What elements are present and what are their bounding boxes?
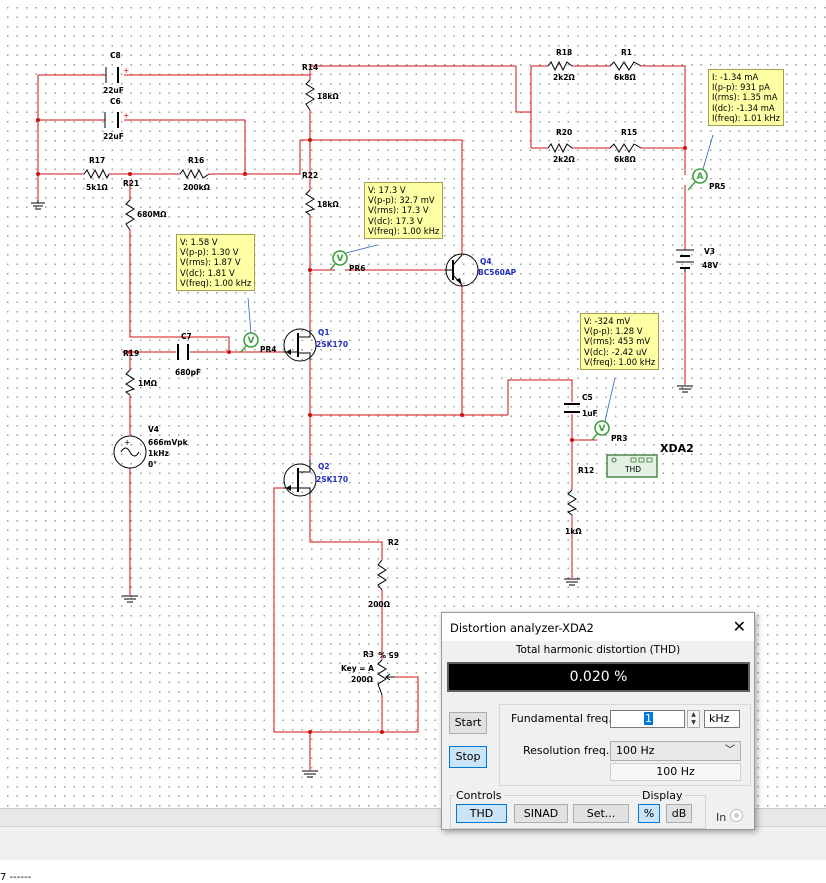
svg-text:R22: R22 (302, 171, 318, 180)
svg-text:Q1: Q1 (318, 328, 330, 337)
svg-text:5k1Ω: 5k1Ω (86, 183, 108, 192)
svg-text:2SK170: 2SK170 (316, 340, 348, 349)
dialog-titlebar[interactable]: Distortion analyzer-XDA2 ✕ (442, 613, 754, 641)
svg-text:BC560AP: BC560AP (478, 268, 517, 277)
svg-text:A: A (697, 172, 704, 182)
workspace-tabs-strip (0, 826, 826, 862)
start-button[interactable]: Start (449, 712, 487, 734)
db-button[interactable]: dB (666, 804, 692, 823)
distortion-analyzer-dialog: Distortion analyzer-XDA2 ✕ Total harmoni… (441, 612, 755, 830)
probe-pr5-readout: I: -1.34 mA I(p-p): 931 pA I(rms): 1.35 mA… (708, 69, 785, 127)
svg-text:C5: C5 (582, 393, 593, 402)
set-button[interactable]: Set... (573, 804, 629, 823)
status-text: 7 ------ (0, 872, 32, 883)
fundamental-freq-spinner[interactable]: ▲ ▼ (687, 710, 700, 728)
stop-button[interactable]: Stop (449, 746, 487, 768)
probe-name: PR5 (709, 182, 726, 191)
svg-text:0°: 0° (148, 460, 157, 469)
svg-text:R18: R18 (556, 48, 572, 57)
svg-text:65 %: 65 % (378, 650, 399, 659)
probe-pr4-readout: V: 1.58 V V(p-p): 1.30 V V(rms): 1.87 V V(d… (176, 234, 256, 292)
thd-label: Total harmonic distortion (THD) (515, 644, 681, 656)
status-bar (0, 860, 826, 883)
svg-text:R19: R19 (123, 349, 139, 358)
resolution-freq-select[interactable]: 100 Hz ﹀ (610, 741, 741, 761)
probe-name: PR4 (260, 345, 277, 354)
svg-text:C7: C7 (181, 332, 192, 341)
thd-button[interactable]: THD (456, 804, 507, 823)
ground-icon (677, 385, 693, 393)
svg-text:R15: R15 (621, 128, 637, 137)
svg-text:THD: THD (624, 465, 641, 474)
ground-icon (31, 200, 45, 210)
xda-ref-label: XDA2 (660, 442, 694, 455)
svg-text:6k8Ω: 6k8Ω (614, 73, 636, 82)
svg-text:1kΩ: 1kΩ (565, 527, 582, 536)
svg-text:+: + (123, 111, 129, 120)
svg-text:V: V (337, 254, 344, 264)
svg-text:R3: R3 (363, 650, 374, 659)
probe-pr3-readout: V: -324 mV V(p-p): 1.28 V V(rms): 453 mV V(… (580, 313, 660, 371)
svg-text:R12: R12 (578, 466, 594, 475)
probe-pr6-readout: V: 17.3 V V(p-p): 32.7 mV V(rms): 17.3 V V(… (364, 182, 444, 240)
svg-text:200kΩ: 200kΩ (183, 183, 211, 192)
ground-icon (302, 770, 318, 778)
svg-text:R1: R1 (621, 48, 632, 57)
close-icon[interactable]: ✕ (733, 617, 746, 636)
svg-text:R16: R16 (188, 156, 204, 165)
display-label: Display (640, 789, 685, 802)
svg-text:R20: R20 (556, 128, 572, 137)
svg-text:R14: R14 (302, 63, 318, 72)
probe-name: PR3 (611, 434, 628, 443)
svg-text:22uF: 22uF (103, 132, 124, 141)
svg-text:V: V (248, 336, 255, 346)
probe-name: PR6 (349, 264, 366, 273)
svg-text:22uF: 22uF (103, 86, 124, 95)
svg-text:Key = A: Key = A (341, 664, 374, 673)
svg-text:+: + (123, 66, 129, 75)
svg-text:V3: V3 (704, 247, 715, 256)
resolution-freq-label: Resolution freq. (523, 744, 610, 757)
percent-button[interactable]: % (638, 804, 660, 823)
svg-text:V: V (599, 424, 606, 434)
svg-text:2k2Ω: 2k2Ω (553, 73, 575, 82)
input-terminal-label: In (716, 811, 727, 824)
svg-text:2k2Ω: 2k2Ω (553, 155, 575, 164)
fundamental-freq-input[interactable]: 1 (610, 710, 685, 728)
svg-text:C6: C6 (110, 97, 121, 106)
svg-text:200Ω: 200Ω (368, 600, 391, 609)
svg-text:1kHz: 1kHz (148, 449, 169, 458)
svg-text:680MΩ: 680MΩ (137, 210, 167, 219)
thd-readout: 0.020 % (447, 662, 750, 692)
svg-text:R21: R21 (123, 179, 139, 188)
dialog-title: Distortion analyzer-XDA2 (450, 621, 594, 635)
svg-text:C8: C8 (110, 51, 121, 60)
svg-text:R17: R17 (89, 156, 105, 165)
ground-icon (564, 578, 580, 586)
svg-text:18kΩ: 18kΩ (317, 92, 339, 101)
svg-text:Q2: Q2 (318, 462, 330, 471)
svg-text:2SK170: 2SK170 (316, 475, 348, 484)
fundamental-freq-unit[interactable]: kHz (704, 710, 740, 728)
svg-text:666mVpk: 666mVpk (148, 438, 189, 447)
chevron-down-icon: ﹀ (725, 745, 735, 756)
svg-text:680pF: 680pF (175, 368, 201, 377)
svg-text:6k8Ω: 6k8Ω (614, 155, 636, 164)
svg-text:Q4: Q4 (480, 257, 492, 266)
svg-text:V4: V4 (148, 425, 159, 434)
ground-icon (122, 595, 138, 603)
input-terminal-icon[interactable] (730, 809, 743, 822)
controls-label: Controls (454, 789, 504, 802)
fundamental-freq-label: Fundamental freq. (511, 712, 612, 725)
svg-text:R2: R2 (388, 538, 399, 547)
svg-text:48V: 48V (702, 261, 718, 270)
sinad-button[interactable]: SINAD (514, 804, 568, 823)
svg-text:1MΩ: 1MΩ (138, 379, 158, 388)
svg-text:+: + (124, 438, 130, 447)
svg-text:200Ω: 200Ω (351, 675, 374, 684)
svg-text:1uF: 1uF (582, 409, 598, 418)
resolution-freq-display: 100 Hz (610, 763, 741, 781)
svg-text:18kΩ: 18kΩ (317, 200, 339, 209)
